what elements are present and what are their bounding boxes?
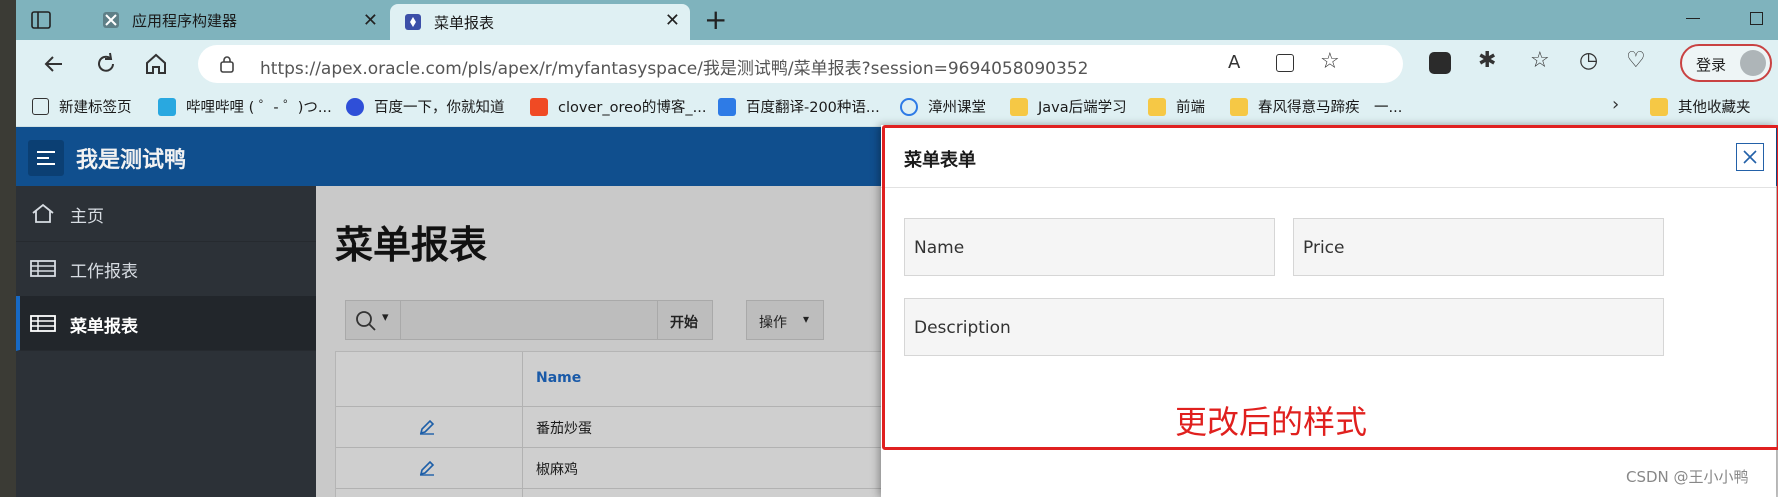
- browser-window: 应用程序构建器 ✕ 菜单报表 ✕ + https://apex.oracle.c…: [16, 0, 1778, 497]
- sidebar-item-menu-report[interactable]: 菜单报表: [16, 296, 316, 351]
- home-icon[interactable]: [140, 48, 172, 80]
- table-icon: [30, 315, 56, 332]
- new-tab-icon: [32, 98, 49, 115]
- hamburger-line: [37, 163, 55, 165]
- price-field[interactable]: Price: [1293, 218, 1664, 276]
- column-divider: [522, 352, 523, 497]
- baidu-icon: [346, 97, 364, 116]
- close-tab-icon[interactable]: ✕: [363, 10, 378, 31]
- edit-icon[interactable]: [418, 418, 436, 436]
- apex-page-icon: [405, 14, 421, 30]
- csdn-icon: [530, 97, 548, 116]
- login-button[interactable]: 登录: [1680, 44, 1772, 82]
- split-screen-icon[interactable]: [1276, 54, 1294, 72]
- sidebar-item-label: 菜单报表: [70, 317, 138, 337]
- bookmark-new-tab[interactable]: 新建标签页: [32, 96, 132, 117]
- chevron-right-icon[interactable]: ›: [1612, 94, 1619, 115]
- dialog-title: 菜单表单: [904, 150, 976, 171]
- bookmark-baidu-translate[interactable]: 百度翻译-200种语...: [718, 96, 880, 117]
- history-icon[interactable]: ◷: [1579, 48, 1598, 73]
- name-field[interactable]: Name: [904, 218, 1275, 276]
- actions-menu-button[interactable]: 操作 ▾: [746, 300, 824, 340]
- health-icon[interactable]: ♡: [1626, 48, 1646, 73]
- go-button-label: 开始: [670, 315, 698, 331]
- description-field[interactable]: Description: [904, 298, 1664, 356]
- sidebar-item-label: 工作报表: [70, 262, 138, 282]
- favorite-star-icon[interactable]: ☆: [1320, 49, 1340, 74]
- tab-menu-report[interactable]: 菜单报表 ✕: [390, 4, 690, 40]
- home-icon: [32, 203, 54, 223]
- bookmark-java-backend[interactable]: Java后端学习: [1010, 96, 1127, 117]
- new-tab-button[interactable]: +: [704, 3, 727, 36]
- minimize-icon[interactable]: [1686, 18, 1700, 19]
- folder-icon: [1148, 97, 1166, 116]
- bookmark-spring-breeze[interactable]: 春风得意马蹄疾 一...: [1230, 96, 1402, 117]
- hamburger-line: [37, 157, 49, 159]
- search-column-button[interactable]: ▾: [345, 300, 401, 340]
- url-field[interactable]: https://apex.oracle.com/pls/apex/r/myfan…: [198, 45, 1403, 83]
- refresh-icon[interactable]: [90, 48, 122, 80]
- back-icon[interactable]: [38, 48, 70, 80]
- description-field-label: Description: [914, 318, 1011, 338]
- folder-icon: [1010, 97, 1028, 116]
- bookmarks-bar: 新建标签页 哔哩哔哩 ( ゜- ゜)つ... 百度一下，你就知道 clover_…: [16, 88, 1778, 127]
- search-icon: [356, 311, 376, 331]
- extension-icon[interactable]: [1429, 52, 1451, 74]
- translate-icon: [718, 97, 736, 116]
- price-field-label: Price: [1303, 238, 1345, 258]
- favorites-icon[interactable]: ☆: [1530, 48, 1550, 73]
- hamburger-line: [37, 151, 55, 153]
- read-aloud-icon[interactable]: A: [1228, 52, 1240, 73]
- sidebar-item-home[interactable]: 主页: [16, 186, 316, 242]
- bookmark-csdn-blog[interactable]: clover_oreo的博客_...: [530, 96, 706, 117]
- restore-icon[interactable]: [1750, 12, 1763, 25]
- puzzle-icon[interactable]: ✱: [1478, 48, 1496, 73]
- app-title[interactable]: 我是测试鸭: [76, 142, 186, 174]
- app-builder-icon: [103, 12, 119, 28]
- lock-icon: [220, 56, 234, 73]
- annotation-text: 更改后的样式: [1175, 403, 1368, 441]
- bookmark-frontend[interactable]: 前端: [1148, 96, 1205, 117]
- close-icon: [1743, 150, 1757, 164]
- tab-title: 应用程序构建器: [132, 11, 238, 30]
- close-tab-icon[interactable]: ✕: [665, 10, 680, 31]
- menu-toggle-button[interactable]: [28, 140, 64, 176]
- go-button[interactable]: 开始: [657, 300, 713, 340]
- tab-title: 菜单报表: [434, 13, 495, 32]
- table-icon: [30, 260, 56, 277]
- chevron-down-icon: ▾: [803, 312, 810, 326]
- watermark: CSDN @王小小鸭: [1626, 468, 1749, 486]
- bookmark-bilibili[interactable]: 哔哩哔哩 ( ゜- ゜)つ...: [158, 96, 332, 117]
- tab-bar: 应用程序构建器 ✕ 菜单报表 ✕ +: [16, 0, 1778, 40]
- actions-label: 操作: [759, 315, 787, 331]
- gear-icon: [900, 97, 918, 116]
- edit-icon[interactable]: [418, 459, 436, 477]
- folder-icon: [1230, 97, 1248, 116]
- sidebar: 主页 工作报表 菜单报表: [16, 186, 316, 497]
- close-dialog-button[interactable]: [1736, 143, 1764, 171]
- table-cell-name: 椒麻鸡: [536, 462, 578, 478]
- folder-icon: [1650, 97, 1668, 116]
- chevron-down-icon: ▾: [382, 310, 389, 325]
- name-field-label: Name: [914, 238, 965, 258]
- bookmark-baidu[interactable]: 百度一下，你就知道: [346, 96, 505, 117]
- bookmark-other-favorites[interactable]: 其他收藏夹: [1650, 96, 1751, 117]
- column-header-name[interactable]: Name: [536, 370, 581, 386]
- url-text: https://apex.oracle.com/pls/apex/r/myfan…: [260, 59, 1089, 79]
- menu-form-dialog: 菜单表单 Name Price Description 更改后的样式: [881, 125, 1776, 497]
- search-input[interactable]: [400, 300, 658, 340]
- sidebar-item-label: 主页: [70, 207, 104, 227]
- bookmark-zhangzhou-class[interactable]: 漳州课堂: [900, 96, 986, 117]
- table-cell-name: 番茄炒蛋: [536, 421, 592, 437]
- address-bar: https://apex.oracle.com/pls/apex/r/myfan…: [16, 40, 1778, 88]
- bilibili-icon: [158, 97, 176, 116]
- tab-app-builder[interactable]: 应用程序构建器 ✕: [88, 4, 388, 36]
- login-label: 登录: [1696, 56, 1727, 74]
- sidebar-item-work-report[interactable]: 工作报表: [16, 241, 316, 297]
- tab-actions-icon[interactable]: [30, 9, 52, 31]
- avatar: [1740, 50, 1766, 76]
- page-title: 菜单报表: [335, 223, 488, 267]
- dialog-header: 菜单表单: [881, 125, 1776, 188]
